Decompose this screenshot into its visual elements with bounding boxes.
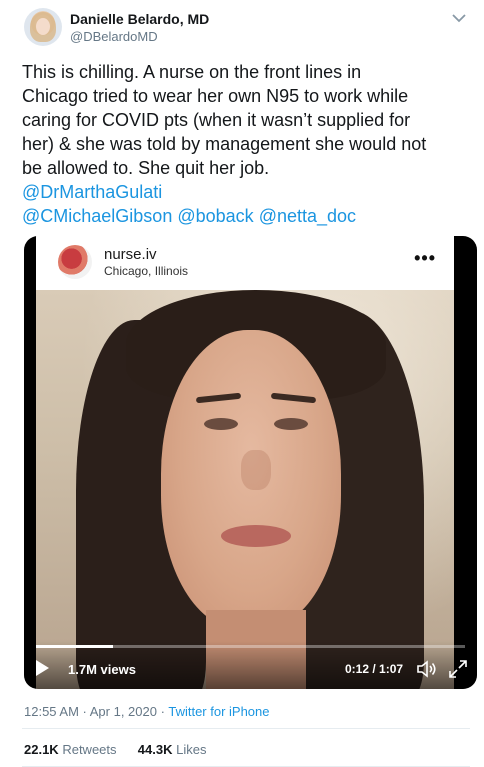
tweet-source[interactable]: Twitter for iPhone (168, 704, 269, 719)
retweets-label[interactable]: Retweets (62, 742, 116, 757)
instagram-card: nurse.iv Chicago, Illinois ••• (36, 236, 454, 689)
instagram-username: nurse.iv (104, 246, 157, 263)
play-icon[interactable] (36, 660, 49, 676)
mention-link[interactable]: @boback (177, 206, 253, 226)
volume-icon[interactable] (416, 659, 438, 679)
progress-fill (36, 645, 114, 648)
divider (22, 728, 470, 729)
tweet-text: This is chilling. A nurse on the front l… (22, 62, 427, 178)
instagram-header: nurse.iv Chicago, Illinois ••• (36, 236, 454, 288)
tweet-timestamp[interactable]: 12:55 AM · Apr 1, 2020 (24, 704, 157, 719)
tweet-meta: 12:55 AM · Apr 1, 2020 · Twitter for iPh… (24, 704, 270, 719)
nose (241, 450, 271, 490)
video-time: 0:12 / 1:07 (345, 662, 404, 676)
eye-left (204, 418, 238, 430)
video-player[interactable]: nurse.iv Chicago, Illinois ••• 1.7M view… (24, 236, 477, 689)
instagram-avatar (58, 245, 92, 279)
mention-link[interactable]: @netta_doc (259, 206, 356, 226)
meta-separator: · (160, 704, 165, 719)
author-avatar[interactable] (24, 8, 62, 46)
avatar-face (36, 18, 50, 35)
fullscreen-icon[interactable] (448, 659, 468, 679)
mention-link[interactable]: @DrMarthaGulati (22, 182, 162, 202)
progress-bar[interactable] (36, 645, 465, 648)
instagram-location: Chicago, Illinois (104, 264, 189, 278)
likes-label[interactable]: Likes (176, 742, 206, 757)
more-icon: ••• (414, 248, 436, 268)
author-handle[interactable]: @DBelardoMD (70, 29, 158, 44)
retweets-count[interactable]: 22.1K (24, 742, 59, 757)
video-frame[interactable] (36, 290, 454, 689)
author-name[interactable]: Danielle Belardo, MD (70, 11, 209, 27)
eye-right (274, 418, 308, 430)
mention-link[interactable]: @CMichaelGibson (22, 206, 172, 226)
tweet-mentions: @DrMarthaGulati @CMichaelGibson @boback … (22, 180, 467, 228)
chevron-down-icon[interactable] (452, 12, 466, 26)
view-count: 1.7M views (68, 662, 136, 677)
tweet-stats: 22.1K Retweets 44.3K Likes (24, 742, 206, 757)
mouth (221, 525, 291, 547)
likes-count[interactable]: 44.3K (138, 742, 173, 757)
